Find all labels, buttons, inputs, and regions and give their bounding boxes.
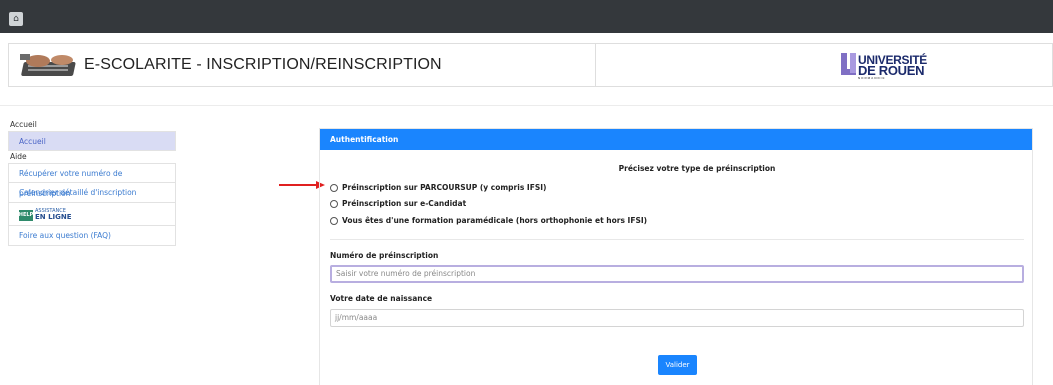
en-ligne-label: EN LIGNE — [35, 213, 72, 221]
university-logo: UNIVERSITÉ DE ROUEN NORMANDIE — [841, 52, 941, 80]
preinscription-type-prompt: Précisez votre type de préinscription — [618, 164, 776, 173]
radio-paramedicale[interactable] — [330, 216, 338, 225]
home-icon: ⌂ — [13, 13, 19, 24]
panel-title: Authentification — [320, 129, 1032, 150]
option-ecandidat-label: Préinscription sur e-Candidat — [342, 199, 467, 208]
header-separator — [0, 105, 1053, 106]
sidebar-section-accueil: Accueil — [10, 120, 37, 129]
sidebar-item-assistance[interactable]: HELP ASSISTANCE EN LIGNE — [8, 203, 176, 226]
option-paramedicale[interactable]: Vous êtes d'une formation paramédicale (… — [330, 216, 647, 225]
top-bar: ⌂ — [0, 0, 1053, 33]
sidebar: Accueil Accueil Aide Récupérer votre num… — [8, 119, 176, 246]
university-name-small: NORMANDIE — [858, 76, 886, 80]
help-badge: HELP — [19, 209, 33, 221]
header-divider — [595, 44, 596, 86]
numero-label: Numéro de préinscription — [330, 251, 439, 260]
option-ecandidat[interactable]: Préinscription sur e-Candidat — [330, 199, 466, 208]
date-naissance-label: Votre date de naissance — [330, 294, 433, 303]
date-naissance-input[interactable]: jj/mm/aaaa — [330, 309, 1024, 327]
numero-input[interactable]: Saisir votre numéro de préinscription — [330, 265, 1024, 283]
page-header: E-SCOLARITE - INSCRIPTION/REINSCRIPTION … — [8, 43, 1053, 87]
sidebar-section-aide: Aide — [10, 152, 27, 161]
option-paramedicale-label: Vous êtes d'une formation paramédicale (… — [342, 216, 648, 225]
sidebar-item-accueil[interactable]: Accueil — [8, 131, 176, 151]
option-parcoursup-label: Préinscription sur PARCOURSUP (y compris… — [342, 183, 547, 192]
valider-button[interactable]: Valider — [658, 355, 697, 375]
option-parcoursup[interactable]: Préinscription sur PARCOURSUP (y compris… — [330, 183, 546, 192]
home-button[interactable]: ⌂ — [9, 12, 23, 26]
authentication-panel: Authentification Précisez votre type de … — [319, 128, 1033, 385]
sidebar-item-calendrier[interactable]: Calendrier détaillé d'inscription — [8, 183, 176, 203]
radio-parcoursup[interactable] — [330, 183, 338, 192]
page-title: E-SCOLARITE - INSCRIPTION/REINSCRIPTION — [84, 56, 442, 73]
form-divider — [330, 239, 1024, 240]
sidebar-item-recuperer-numero[interactable]: Récupérer votre numéro de préinscription — [8, 163, 176, 198]
keyboard-hands-logo — [20, 54, 76, 76]
sidebar-item-faq[interactable]: Foire aux question (FAQ) — [8, 226, 176, 246]
radio-ecandidat[interactable] — [330, 199, 338, 208]
assistance-en-ligne-logo: HELP ASSISTANCE EN LIGNE — [19, 209, 72, 221]
university-logo-mark — [841, 53, 856, 75]
